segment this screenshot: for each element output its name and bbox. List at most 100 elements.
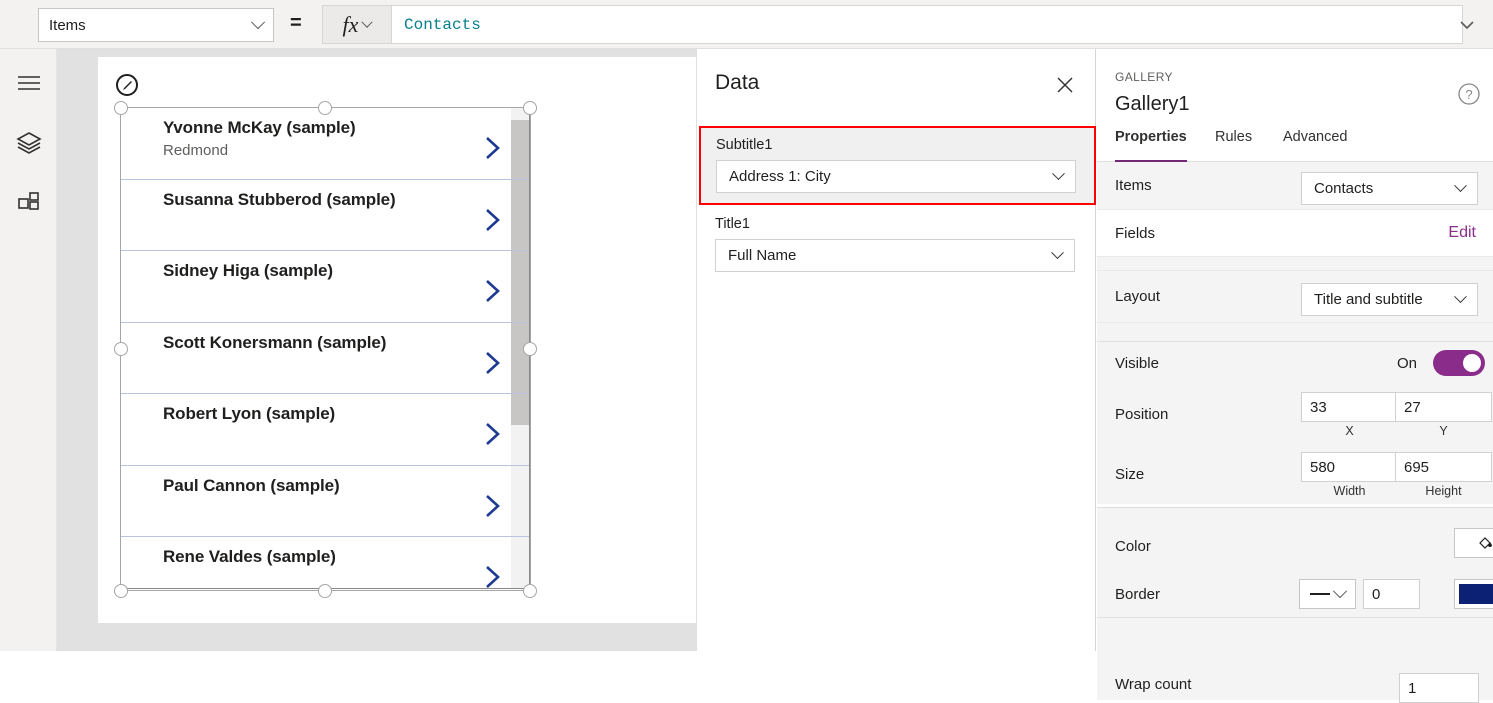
gallery-control[interactable]: Yvonne McKay (sample) Redmond Susanna St… — [120, 107, 530, 589]
border-width-input[interactable]: 0 — [1363, 579, 1420, 609]
property-row-color: Color — [1097, 520, 1493, 572]
gallery-item[interactable]: Robert Lyon (sample) — [121, 394, 529, 466]
fx-dropdown-button[interactable]: fx — [322, 5, 392, 44]
property-selector-dropdown[interactable]: Items — [38, 8, 274, 42]
chevron-down-icon — [250, 15, 266, 30]
subtitle-field-dropdown[interactable]: Address 1: City — [716, 160, 1076, 193]
gallery-item[interactable]: Sidney Higa (sample) — [121, 251, 529, 323]
position-label: Position — [1115, 405, 1169, 423]
selection-handle-middle-right[interactable] — [523, 342, 537, 356]
size-width-input[interactable]: 580 — [1301, 452, 1398, 482]
size-width-value: 580 — [1310, 458, 1336, 476]
items-value: Contacts — [1314, 180, 1374, 197]
chevron-right-icon[interactable] — [483, 135, 503, 166]
property-row-layout: Layout Title and subtitle — [1097, 271, 1493, 323]
color-label: Color — [1115, 537, 1151, 555]
items-dropdown[interactable]: Contacts — [1301, 172, 1478, 205]
panel-spacer — [1097, 508, 1493, 520]
formula-expand-button[interactable] — [1459, 17, 1475, 35]
close-icon[interactable] — [1053, 73, 1077, 97]
chevron-down-icon — [1454, 179, 1467, 193]
selection-handle-top-right[interactable] — [523, 101, 537, 115]
chevron-right-icon[interactable] — [483, 207, 503, 238]
title-field-dropdown[interactable]: Full Name — [715, 239, 1075, 272]
properties-panel: GALLERY Gallery1 ? Properties Rules Adva… — [1097, 49, 1493, 703]
chevron-down-icon — [361, 16, 374, 28]
gallery-item[interactable]: Scott Konersmann (sample) — [121, 323, 529, 394]
property-row-visible: Visible On — [1097, 342, 1493, 384]
edit-pencil-icon[interactable] — [116, 74, 138, 96]
chevron-right-icon[interactable] — [483, 278, 503, 309]
gallery-item-title: Robert Lyon (sample) — [163, 404, 336, 423]
left-rail — [0, 49, 57, 651]
gallery-item[interactable]: Rene Valdes (sample) — [121, 537, 529, 588]
app-screen-surface[interactable]: Yvonne McKay (sample) Redmond Susanna St… — [98, 57, 696, 623]
position-y-input[interactable]: 27 — [1395, 392, 1492, 422]
chevron-right-icon[interactable] — [483, 350, 503, 381]
wrap-count-input[interactable]: 1 — [1399, 673, 1479, 703]
chevron-right-icon[interactable] — [483, 421, 503, 452]
border-width-value: 0 — [1372, 585, 1381, 603]
gallery-item-title: Scott Konersmann (sample) — [163, 332, 387, 352]
chevron-right-icon[interactable] — [483, 564, 503, 588]
property-row-items: Items Contacts — [1097, 162, 1493, 210]
position-x-input[interactable]: 33 — [1301, 392, 1398, 422]
title-field-label: Title1 — [715, 216, 750, 232]
gallery-item[interactable]: Susanna Stubberod (sample) — [121, 180, 529, 251]
panel-spacer — [1097, 323, 1493, 341]
line-style-icon — [1310, 593, 1330, 595]
control-name-label: Gallery1 — [1115, 93, 1190, 115]
gallery-item-title: Paul Cannon (sample) — [163, 475, 340, 495]
position-y-sublabel: Y — [1439, 424, 1448, 438]
tab-properties[interactable]: Properties — [1115, 129, 1187, 162]
properties-tabs: Properties Rules Advanced — [1097, 129, 1493, 162]
formula-bar: Items = fx Contacts — [0, 0, 1493, 49]
selection-handle-top-left[interactable] — [114, 101, 128, 115]
chevron-right-icon[interactable] — [483, 493, 503, 524]
tab-rules[interactable]: Rules — [1215, 129, 1252, 162]
wrap-count-label: Wrap count — [1115, 676, 1192, 693]
selection-handle-top-center[interactable] — [318, 101, 332, 115]
property-row-border: Border 0 — [1097, 572, 1493, 617]
fields-edit-link[interactable]: Edit — [1448, 224, 1476, 242]
fx-icon: fx — [342, 11, 359, 37]
formula-text: Contacts — [404, 15, 481, 34]
selection-handle-middle-left[interactable] — [114, 342, 128, 356]
insert-icon[interactable] — [12, 186, 46, 220]
layout-label: Layout — [1115, 288, 1161, 305]
title-field-value: Full Name — [728, 247, 797, 264]
layers-icon[interactable] — [12, 126, 46, 160]
chevron-down-icon — [1052, 167, 1065, 181]
gallery-item[interactable]: Yvonne McKay (sample) Redmond — [121, 108, 529, 180]
layout-dropdown[interactable]: Title and subtitle — [1301, 283, 1478, 316]
selection-handle-bottom-center[interactable] — [318, 584, 332, 598]
border-style-dropdown[interactable] — [1299, 579, 1356, 609]
equals-sign: = — [290, 12, 302, 34]
property-selector-label: Items — [49, 16, 86, 34]
help-icon[interactable]: ? — [1457, 82, 1481, 111]
property-row-position: Position 33 27 X Y — [1097, 384, 1493, 444]
border-color-swatch[interactable] — [1454, 579, 1493, 609]
gallery-item[interactable]: Paul Cannon (sample) — [121, 466, 529, 537]
position-x-value: 33 — [1310, 398, 1327, 416]
size-label: Size — [1115, 465, 1145, 483]
visible-toggle[interactable] — [1433, 350, 1485, 376]
property-row-size: Size 580 695 Width Height — [1097, 444, 1493, 504]
selection-handle-bottom-left[interactable] — [114, 584, 128, 598]
chevron-down-icon — [1332, 584, 1348, 599]
position-y-value: 27 — [1404, 398, 1421, 416]
formula-input[interactable]: Contacts — [392, 5, 1463, 44]
paint-bucket-icon[interactable] — [1454, 528, 1493, 558]
chevron-down-icon — [1051, 246, 1064, 260]
selection-handle-bottom-right[interactable] — [523, 584, 537, 598]
gallery-item-title: Rene Valdes (sample) — [163, 547, 336, 566]
gallery-item-title: Yvonne McKay (sample) — [163, 118, 356, 137]
size-height-value: 695 — [1404, 458, 1430, 476]
visible-state-label: On — [1397, 354, 1418, 372]
layout-value: Title and subtitle — [1314, 291, 1423, 308]
hamburger-icon[interactable] — [12, 66, 46, 100]
size-height-input[interactable]: 695 — [1395, 452, 1492, 482]
tab-advanced[interactable]: Advanced — [1283, 129, 1348, 162]
fields-label: Fields — [1115, 224, 1156, 242]
items-label: Items — [1115, 177, 1152, 194]
